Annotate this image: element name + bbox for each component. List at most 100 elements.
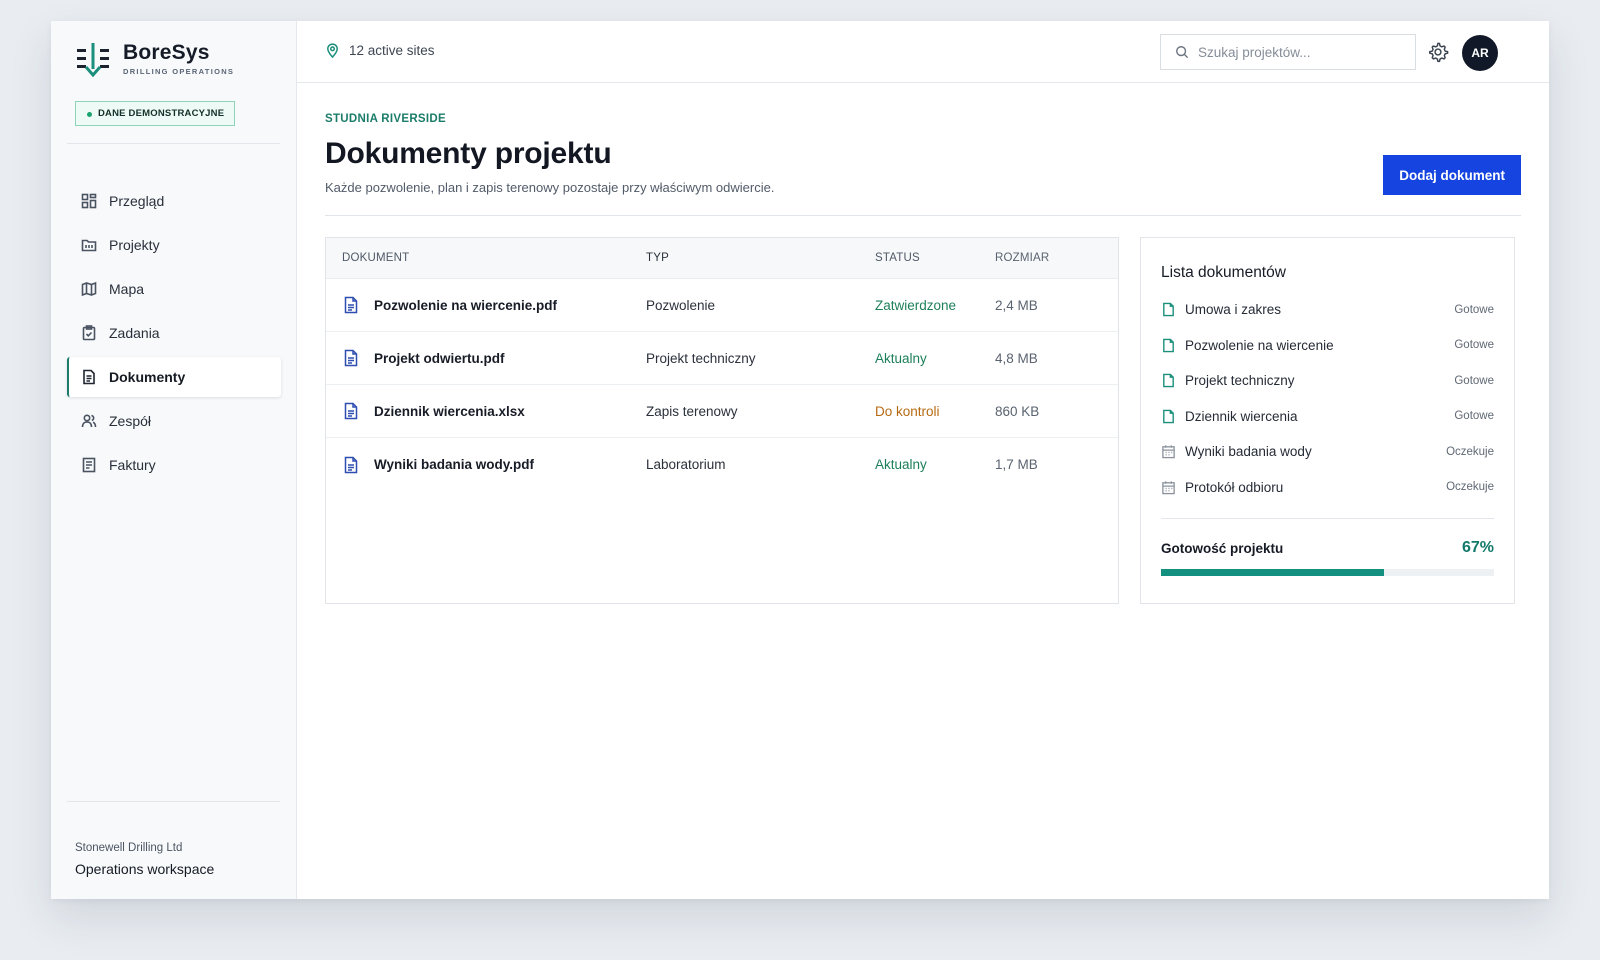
receipt-icon	[82, 457, 96, 473]
document-checklist: Lista dokumentów Umowa i zakres Gotowe P…	[1140, 237, 1515, 604]
status-badge: Zatwierdzone	[875, 297, 957, 313]
file-size: 2,4 MB	[995, 297, 1038, 313]
checklist-item-label: Pozwolenie na wiercenie	[1185, 337, 1334, 353]
table-header: DOKUMENT TYP STATUS ROZMIAR	[326, 238, 1118, 279]
search-box[interactable]	[1160, 34, 1416, 70]
document-name[interactable]: Pozwolenie na wiercenie.pdf	[374, 298, 557, 313]
calendar-icon	[1162, 445, 1175, 459]
file-check-icon	[1163, 338, 1174, 353]
workspace-name: Operations workspace	[75, 861, 215, 877]
checklist-item-state: Gotowe	[1454, 374, 1494, 387]
checklist-item-state: Oczekuje	[1446, 481, 1494, 494]
column-header-status[interactable]: STATUS	[875, 252, 995, 264]
checklist-item[interactable]: Umowa i zakres Gotowe	[1161, 292, 1494, 328]
sidebar-item-label: Faktury	[109, 457, 156, 473]
sidebar-item-projekty[interactable]: Projekty	[67, 225, 281, 265]
sidebar-nav: Przegląd Projekty Mapa Zadania Dokumenty…	[67, 181, 281, 489]
gear-icon[interactable]	[1427, 41, 1449, 63]
checklist-item-state: Gotowe	[1454, 410, 1494, 423]
grid-icon	[81, 193, 97, 209]
content: STUDNIA RIVERSIDE Dokumenty projektu Każ…	[325, 83, 1521, 604]
readiness-progress-fill	[1161, 569, 1385, 576]
avatar[interactable]: AR	[1462, 35, 1498, 71]
location-pin-icon	[327, 43, 338, 58]
document-type: Pozwolenie	[646, 297, 716, 313]
checklist-item-label: Protokół odbioru	[1185, 479, 1284, 495]
clipboard-icon	[82, 325, 96, 341]
table-row[interactable]: Dziennik wiercenia.xlsx Zapis terenowy D…	[326, 385, 1118, 438]
checklist-title: Lista dokumentów	[1161, 264, 1286, 281]
table-row[interactable]: Projekt odwiertu.pdf Projekt techniczny …	[326, 332, 1118, 385]
content-divider	[325, 215, 1521, 216]
file-check-icon	[1163, 409, 1174, 424]
add-document-button[interactable]: Dodaj dokument	[1383, 155, 1521, 195]
document-icon	[344, 349, 358, 367]
brand[interactable]: BoreSys DRILLING OPERATIONS	[75, 41, 234, 77]
topbar: 12 active sites AR	[297, 21, 1549, 83]
column-header-document[interactable]: DOKUMENT	[326, 252, 646, 264]
sidebar-item-przeglad[interactable]: Przegląd	[67, 181, 281, 221]
demo-data-badge: DANE DEMONSTRACYJNE	[75, 101, 236, 126]
project-readiness: Gotowość projektu 67%	[1161, 539, 1494, 557]
document-type: Projekt techniczny	[646, 350, 756, 366]
checklist-item[interactable]: Projekt techniczny Gotowe	[1161, 363, 1494, 399]
sidebar-item-label: Zadania	[109, 325, 160, 341]
file-check-icon	[1163, 373, 1174, 388]
main-area: 12 active sites AR STUDNIA RIVERSIDE Dok…	[297, 21, 1549, 899]
file-size: 4,8 MB	[995, 350, 1038, 366]
checklist-item[interactable]: Dziennik wiercenia Gotowe	[1161, 399, 1494, 435]
checklist-item-state: Gotowe	[1454, 339, 1494, 352]
checklist-item[interactable]: Pozwolenie na wiercenie Gotowe	[1161, 328, 1494, 364]
document-name[interactable]: Dziennik wiercenia.xlsx	[374, 404, 525, 419]
users-icon	[81, 414, 97, 428]
checklist-item-label: Wyniki badania wody	[1185, 444, 1312, 460]
status-dot-icon	[87, 112, 92, 117]
document-name[interactable]: Wyniki badania wody.pdf	[374, 457, 534, 472]
checklist-item-label: Umowa i zakres	[1185, 302, 1282, 318]
checklist-item-label: Dziennik wiercenia	[1185, 408, 1298, 424]
checklist-item[interactable]: Protokół odbioru Oczekuje	[1161, 470, 1494, 506]
column-header-type[interactable]: TYP	[646, 252, 875, 264]
sidebar-item-label: Projekty	[109, 237, 160, 253]
brand-subtitle: DRILLING OPERATIONS	[123, 67, 235, 76]
checklist-item[interactable]: Wyniki badania wody Oczekuje	[1161, 434, 1494, 470]
sidebar-item-label: Zespół	[109, 413, 152, 429]
page-subtitle: Każde pozwolenie, plan i zapis terenowy …	[325, 180, 775, 195]
document-icon	[344, 402, 358, 420]
sidebar-divider	[67, 143, 280, 144]
sidebar-item-label: Przegląd	[109, 193, 165, 209]
documents-table: DOKUMENT TYP STATUS ROZMIAR Pozwolenie n…	[325, 237, 1119, 604]
document-name[interactable]: Projekt odwiertu.pdf	[374, 351, 505, 366]
document-icon	[83, 369, 95, 385]
status-badge: Aktualny	[875, 457, 927, 472]
status-badge: Do kontroli	[875, 403, 940, 419]
search-input[interactable]	[1198, 44, 1398, 60]
file-check-icon	[1163, 302, 1174, 317]
checklist-divider	[1161, 518, 1494, 519]
app-window: BoreSys DRILLING OPERATIONS DANE DEMONST…	[51, 21, 1549, 899]
calendar-icon	[1162, 481, 1175, 494]
document-icon	[344, 296, 358, 314]
column-header-size[interactable]: ROZMIAR	[995, 252, 1105, 264]
workspace-switcher[interactable]: Stonewell Drilling Ltd Operations worksp…	[75, 842, 214, 877]
drill-logo-icon	[77, 43, 109, 77]
document-icon	[344, 456, 358, 473]
sidebar-divider	[67, 801, 280, 802]
sidebar-item-faktury[interactable]: Faktury	[67, 445, 281, 485]
table-row[interactable]: Pozwolenie na wiercenie.pdf Pozwolenie Z…	[326, 279, 1118, 332]
document-type: Laboratorium	[646, 457, 726, 472]
sidebar-item-dokumenty[interactable]: Dokumenty	[67, 357, 281, 397]
sidebar-item-zadania[interactable]: Zadania	[67, 313, 281, 353]
checklist-item-label: Projekt techniczny	[1185, 373, 1295, 389]
map-icon	[81, 281, 97, 297]
checklist-item-state: Oczekuje	[1446, 445, 1494, 458]
checklist-item-state: Gotowe	[1454, 303, 1494, 316]
sidebar-item-zespol[interactable]: Zespół	[67, 401, 281, 441]
readiness-value: 67%	[1461, 539, 1494, 556]
status-badge: Aktualny	[875, 350, 927, 366]
breadcrumb[interactable]: STUDNIA RIVERSIDE	[325, 113, 1521, 125]
sidebar-item-mapa[interactable]: Mapa	[67, 269, 281, 309]
table-row[interactable]: Wyniki badania wody.pdf Laboratorium Akt…	[326, 438, 1118, 491]
sidebar: BoreSys DRILLING OPERATIONS DANE DEMONST…	[51, 21, 297, 899]
file-size: 860 KB	[995, 403, 1040, 419]
